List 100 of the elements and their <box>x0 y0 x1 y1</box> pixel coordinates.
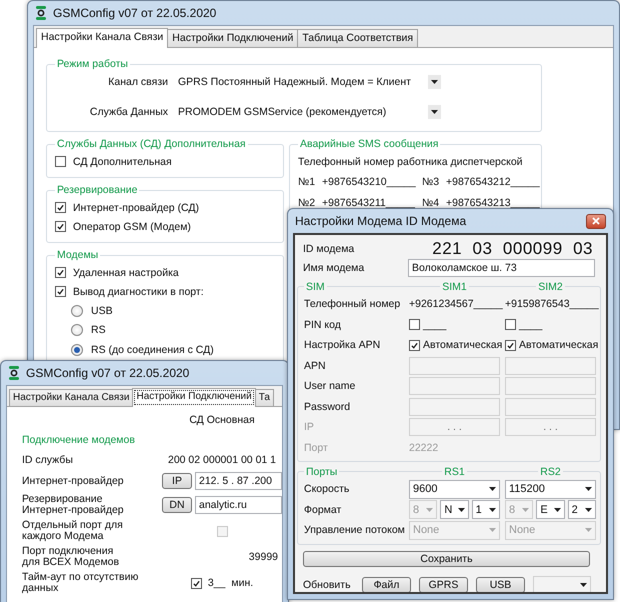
field-label: Тайм-аут по отсутствию данных <box>22 572 140 594</box>
port-value: 39999 <box>248 551 279 563</box>
tab[interactable]: Настройки Подключений <box>167 29 298 47</box>
dropdown-arrow-icon <box>585 528 592 532</box>
checkbox-label: Интернет-провайдер (СД) <box>73 202 200 214</box>
tab[interactable]: Настройки Подключений <box>132 388 256 407</box>
group-title: Службы Данных (СД) Дополнительная <box>56 138 247 150</box>
number-label: №1 <box>298 176 316 188</box>
input-field[interactable] <box>505 398 596 416</box>
close-icon <box>592 217 600 225</box>
column-header: SIM1 <box>440 280 469 292</box>
radio-label: RS (до соединения с СД) <box>91 344 214 356</box>
field-label: Обновить <box>303 579 352 591</box>
group-title: SIM <box>304 280 327 292</box>
caption-text: Телефонный номер работника диспетчерской <box>298 156 524 168</box>
radio-button[interactable] <box>71 324 83 336</box>
dropdown[interactable]: 2 <box>568 500 596 520</box>
mode-button[interactable]: DN <box>162 497 192 513</box>
close-button[interactable] <box>586 214 606 228</box>
dropdown[interactable]: 1 <box>472 500 500 520</box>
checkbox-label: ____ <box>519 318 542 331</box>
checkbox[interactable] <box>505 319 516 330</box>
dropdown[interactable]: E <box>536 500 565 520</box>
input-field[interactable]: analytic.ru <box>195 496 282 514</box>
field-label: ID модема <box>303 243 356 255</box>
checkbox-label: СД Дополнительная <box>73 156 172 168</box>
dropdown[interactable]: 9600 <box>409 480 500 499</box>
input-field[interactable] <box>409 377 500 396</box>
checkbox-label: Оператор GSM (Модем) <box>73 220 191 232</box>
checkbox-label: Вывод диагностики в порт: <box>73 286 204 298</box>
dropdown-arrow-button[interactable] <box>428 75 441 89</box>
tab[interactable]: Настройки Канала Связи <box>36 28 168 48</box>
phone-number: +9876543213_____ <box>446 197 541 209</box>
refresh-button[interactable]: Файл <box>362 577 411 592</box>
group-title: Аварийные SMS сообщения <box>299 138 440 150</box>
field-label: Настройка APN <box>304 339 382 352</box>
dropdown-value[interactable]: PROMODEM GSMService (рекомендуется) <box>178 106 418 118</box>
dropdown[interactable]: 115200 <box>505 480 596 499</box>
column-header: СД Основная <box>188 414 256 426</box>
input-field[interactable]: Волоколамское ш. 73 <box>408 259 595 277</box>
field-label: Резервирование Интернет-провайдер <box>22 494 125 516</box>
phone-number: +9876543212_____ <box>446 176 541 188</box>
group-title: Резервирование <box>56 184 138 196</box>
field-label: Имя модема <box>303 262 366 274</box>
dropdown-arrow-icon <box>431 110 438 114</box>
window-title: GSMConfig v07 от 22.05.2020 <box>26 366 190 380</box>
phone-number: +9876543210_____ <box>322 176 417 188</box>
field-label: Скорость <box>304 483 350 496</box>
timeout-value[interactable]: 3__ <box>208 577 226 589</box>
radio-button[interactable] <box>71 304 83 317</box>
dropdown-arrow-icon <box>426 508 434 512</box>
checkbox[interactable] <box>55 286 66 297</box>
checkbox-label: Автоматическая <box>519 339 598 352</box>
dropdown[interactable]: N <box>440 500 469 520</box>
tab[interactable]: Та <box>254 389 274 406</box>
input-field[interactable] <box>409 398 500 416</box>
save-button[interactable]: Сохранить <box>303 550 590 566</box>
field-label: Канал связи <box>107 76 168 88</box>
input-field[interactable] <box>505 377 596 396</box>
checkbox[interactable] <box>55 202 66 213</box>
value-text: 22222 <box>409 442 440 454</box>
dropdown-arrow-button[interactable] <box>428 105 441 119</box>
checkbox[interactable] <box>55 156 66 167</box>
tab[interactable]: Настройки Канала Связи <box>9 389 134 406</box>
input-field[interactable] <box>409 356 500 375</box>
field-label: IP <box>304 421 315 434</box>
refresh-button[interactable]: USB <box>476 577 525 592</box>
checkbox[interactable] <box>505 340 516 351</box>
modem-id: 221 03 000099 03 <box>431 239 594 259</box>
unit-label: мин. <box>231 577 254 589</box>
field-label: User name <box>304 380 356 392</box>
app-logo-icon <box>35 6 47 20</box>
checkbox[interactable] <box>190 578 202 588</box>
refresh-button[interactable]: GPRS <box>419 577 468 592</box>
service-id: 200 02 000001 00 01 1 <box>166 454 278 466</box>
tab[interactable]: Таблица Соответствия <box>297 29 418 47</box>
dropdown-arrow-icon <box>554 508 561 512</box>
checkbox[interactable] <box>409 340 420 351</box>
field-label: ID службы <box>22 454 74 466</box>
dropdown-arrow-icon <box>488 508 496 512</box>
dropdown-arrow-icon <box>431 80 438 84</box>
radio-label: USB <box>91 304 113 317</box>
checkbox[interactable] <box>55 267 66 278</box>
field-label: Служба Данных <box>88 106 168 118</box>
phone-number: +9876543211_____ <box>322 197 416 209</box>
field-label: Password <box>304 400 352 413</box>
field-label: APN <box>304 360 327 372</box>
checkbox[interactable] <box>409 319 420 330</box>
input-field[interactable]: 212. 5 . 87 .200 <box>195 472 282 490</box>
checkbox-label: Удаленная настройка <box>73 266 179 278</box>
input-field[interactable] <box>505 356 596 375</box>
number-label: №4 <box>422 197 440 209</box>
mode-button[interactable]: IP <box>162 473 192 489</box>
dropdown-arrow-icon <box>489 487 496 492</box>
dropdown-value[interactable]: GPRS Постоянный Надежный. Модем = Клиент <box>178 76 418 88</box>
checkbox[interactable] <box>55 221 66 232</box>
radio-button[interactable] <box>71 344 83 356</box>
field-label: Формат <box>304 504 342 516</box>
column-header: SIM2 <box>536 280 565 292</box>
group-title: Модемы <box>56 249 100 261</box>
